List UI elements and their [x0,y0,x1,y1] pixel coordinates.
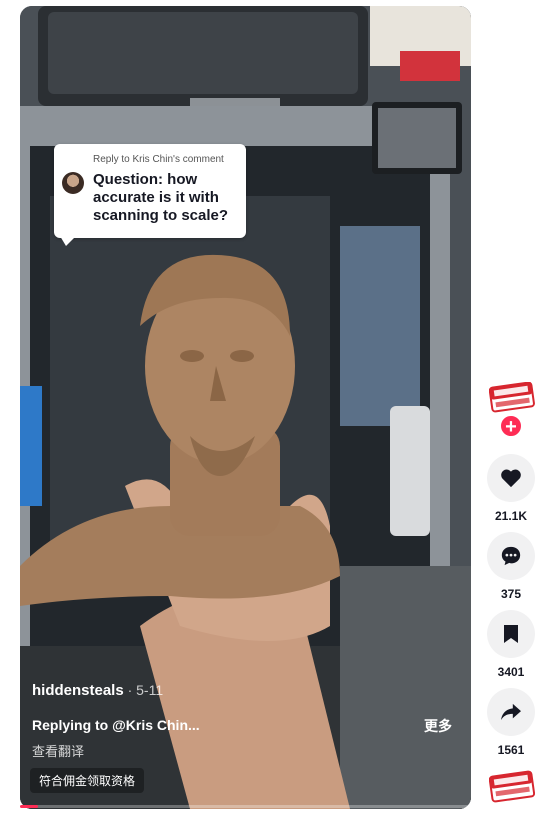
video-progress-bar[interactable] [20,805,471,808]
sound-avatar[interactable] [489,770,535,804]
comment-icon [501,546,521,566]
more-button[interactable]: 更多 [424,716,452,736]
translate-link[interactable]: 查看翻译 [32,741,84,760]
share-button[interactable] [487,688,535,736]
like-count: 21.1K [494,509,528,523]
save-button[interactable] [487,610,535,658]
comment-button[interactable] [487,532,535,580]
video-meta: hiddensteals · 5-11 [32,682,163,700]
share-arrow-icon [501,703,521,721]
author-avatar[interactable] [489,382,535,414]
commission-eligible-badge[interactable]: 符合佣金领取资格 [30,768,145,793]
follow-button[interactable]: + [499,414,523,438]
comment-question: Question: how accurate is it with scanni… [93,171,229,224]
save-count: 3401 [497,665,525,679]
reply-to-label: Reply to Kris Chin's comment [93,154,224,165]
reply-comment-sticker: Reply to Kris Chin's comment Question: h… [54,144,246,246]
heart-icon [501,469,521,488]
commenter-avatar [62,172,84,194]
video-progress-fill [20,805,39,808]
comment-count: 375 [500,587,522,601]
like-button[interactable] [487,454,535,502]
video-caption: Replying to @Kris Chin... [32,717,200,733]
author-username[interactable]: hiddensteals [32,682,124,699]
share-count: 1561 [497,743,525,757]
sticker-tail [60,236,76,246]
bookmark-icon [504,625,518,643]
post-date: · 5-11 [123,682,164,698]
